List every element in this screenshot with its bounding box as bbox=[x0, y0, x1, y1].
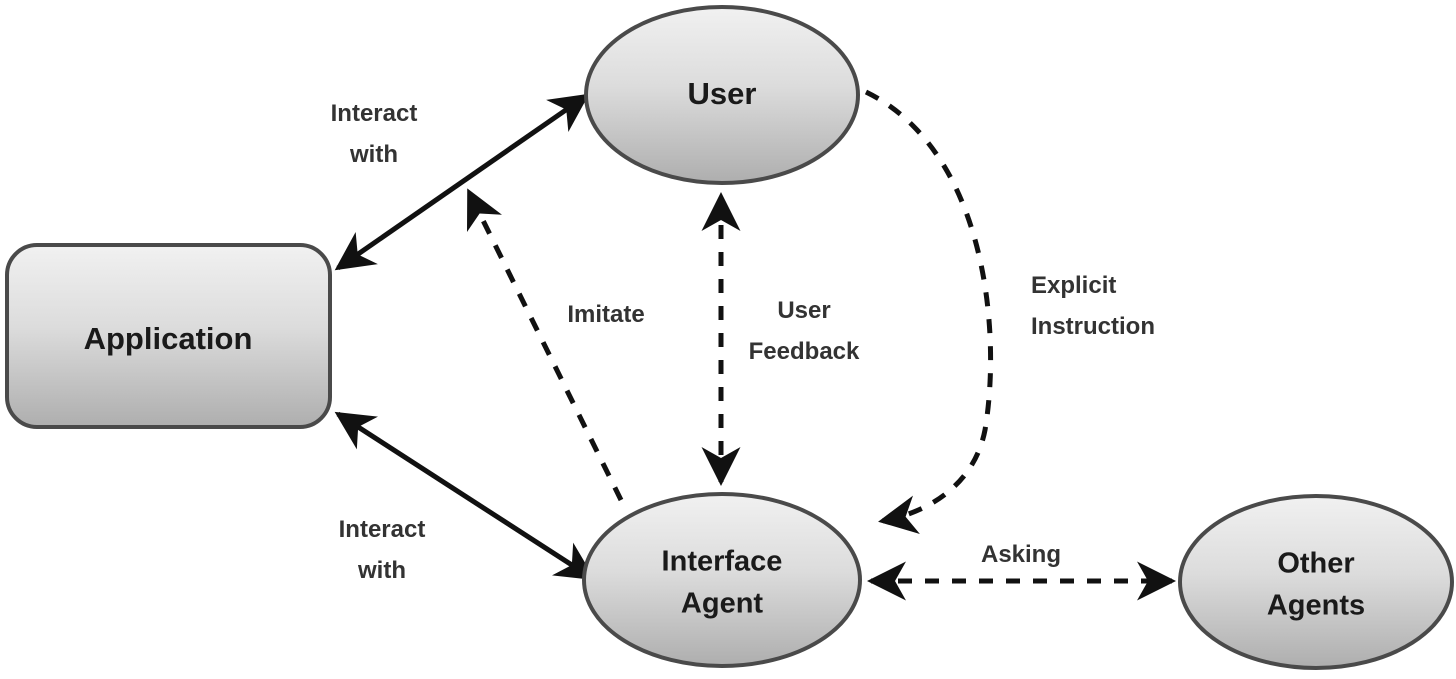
node-other-agents-label-line2: Agents bbox=[1267, 590, 1365, 622]
node-application[interactable]: Application bbox=[5, 243, 332, 429]
edge-label-explicit-instruction-line1: Explicit bbox=[1031, 272, 1116, 299]
edge-application-user: Interact with bbox=[331, 93, 590, 271]
node-interface-agent[interactable]: Interface Agent bbox=[582, 492, 862, 668]
edge-label-imitate: Imitate bbox=[567, 301, 644, 328]
node-interface-agent-label-line1: Interface bbox=[662, 546, 783, 578]
edge-imitate: Imitate bbox=[466, 188, 645, 502]
node-application-label: Application bbox=[84, 321, 253, 356]
edge-label-user-feedback-line2: Feedback bbox=[749, 338, 860, 365]
edge-explicit-instruction: Explicit Instruction bbox=[864, 89, 1155, 534]
edge-line-explicit-instruction bbox=[864, 89, 994, 534]
edge-label-interact-with-top-line2: with bbox=[349, 141, 398, 168]
interface-agent-diagram: Interact with Interact with Imitate User… bbox=[5, 5, 1454, 670]
edge-label-interact-with-top-line1: Interact bbox=[331, 100, 418, 127]
edge-application-interface-agent: Interact with bbox=[334, 411, 596, 584]
edge-asking: Asking bbox=[866, 541, 1176, 601]
edge-line-application-interface-agent bbox=[334, 411, 596, 581]
node-other-agents[interactable]: Other Agents bbox=[1178, 494, 1454, 670]
edge-line-imitate bbox=[466, 188, 624, 502]
node-user[interactable]: User bbox=[584, 5, 860, 185]
edge-label-interact-with-bottom-line2: with bbox=[357, 557, 406, 584]
diagram-canvas: Interact with Interact with Imitate User… bbox=[0, 0, 1456, 679]
node-other-agents-shape[interactable] bbox=[1178, 494, 1454, 670]
edge-label-interact-with-bottom-line1: Interact bbox=[339, 516, 426, 543]
node-other-agents-label-line1: Other bbox=[1277, 548, 1354, 580]
edge-label-user-feedback-line1: User bbox=[777, 297, 830, 324]
node-interface-agent-shape[interactable] bbox=[582, 492, 862, 668]
edge-label-asking: Asking bbox=[981, 541, 1061, 568]
node-interface-agent-label-line2: Agent bbox=[681, 588, 764, 620]
edge-label-explicit-instruction-line2: Instruction bbox=[1031, 313, 1155, 340]
node-user-label: User bbox=[688, 76, 757, 111]
edge-user-feedback: User Feedback bbox=[701, 192, 860, 487]
